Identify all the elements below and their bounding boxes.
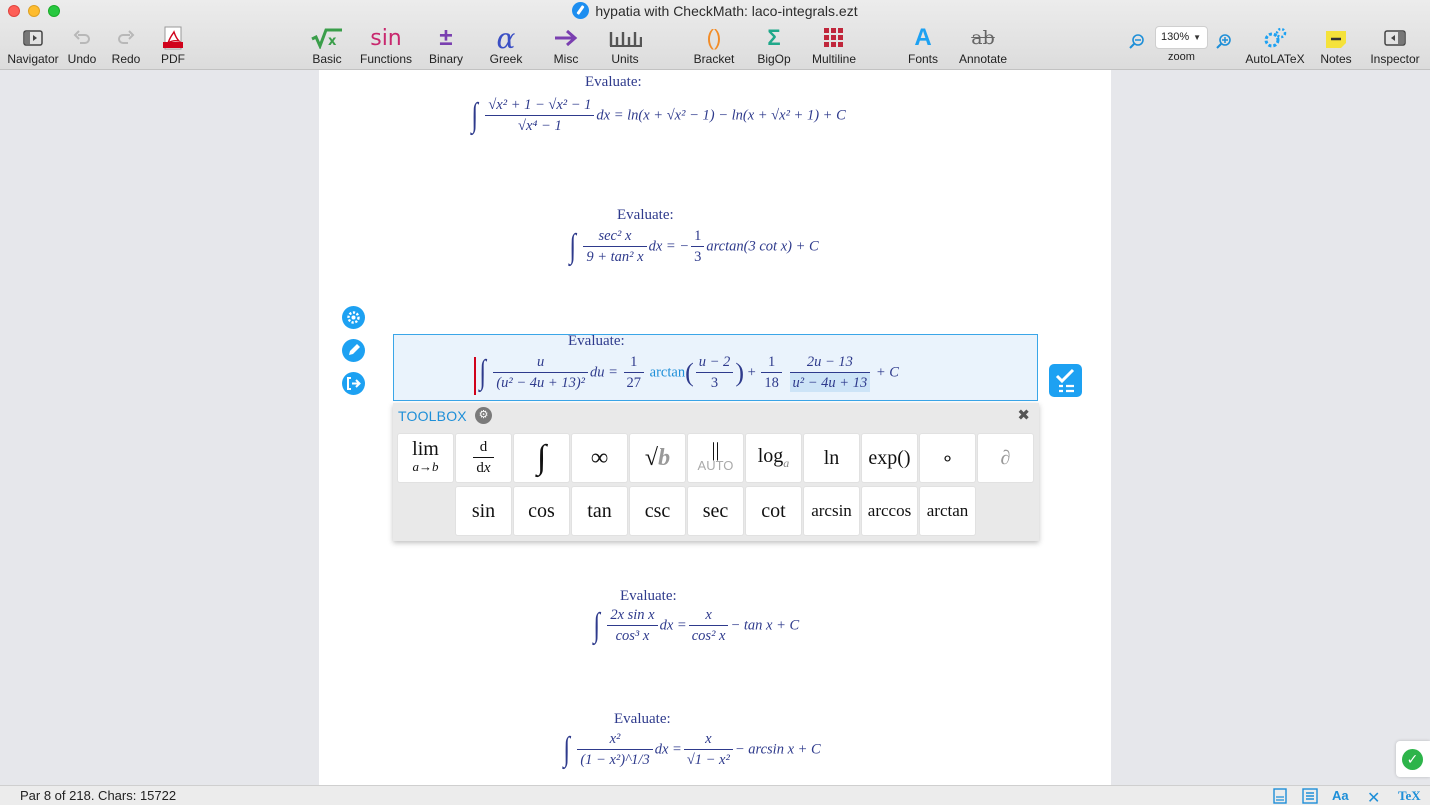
toolbox-key-arctan[interactable]: arctan xyxy=(920,487,975,535)
toolbox-key-partial[interactable]: ∂ xyxy=(978,434,1033,482)
checkmath-button[interactable] xyxy=(1049,364,1082,397)
grid-dots-icon xyxy=(806,24,862,52)
toolbar: hypatia with CheckMath: laco-integrals.e… xyxy=(0,0,1430,70)
toolbox-title: TOOLBOX xyxy=(398,408,467,424)
undo-icon xyxy=(65,24,99,52)
toolbox-key-auto-bars[interactable]: || AUTO xyxy=(688,434,743,482)
close-icon[interactable]: ✖ xyxy=(1017,406,1030,424)
sigma-icon: Σ xyxy=(767,25,781,50)
log-icon[interactable] xyxy=(1272,788,1288,805)
pdf-icon xyxy=(156,24,190,52)
checklist-icon xyxy=(1055,368,1075,393)
evaluate-label: Evaluate: xyxy=(617,207,674,223)
evaluate-label: Evaluate: xyxy=(614,711,671,727)
status-text: Par 8 of 218. Chars: 15722 xyxy=(20,788,177,803)
status-bar: Par 8 of 218. Chars: 15722 Aa ✕ TeX xyxy=(0,785,1430,805)
font-a-icon: A xyxy=(914,24,932,51)
arrow-right-icon xyxy=(547,24,585,52)
equation-1[interactable]: ∫ √x² + 1 − √x² − 1 √x⁴ − 1 dx = ln(x + √x²… xyxy=(470,97,845,135)
pdf-button[interactable]: PDF xyxy=(156,24,190,66)
toolbox-key-sin[interactable]: sin xyxy=(456,487,511,535)
alpha-icon: α xyxy=(496,21,516,55)
annotate-button[interactable]: ab Annotate xyxy=(955,24,1011,66)
zoom-select[interactable]: 130% ▼ xyxy=(1155,26,1208,49)
zoom-label: zoom xyxy=(1168,51,1195,63)
toolbox-key-cos[interactable]: cos xyxy=(514,487,569,535)
active-equation-block[interactable]: Evaluate: ∫ u (u² − 4u + 13)² du = 1 27 arct… xyxy=(393,333,1038,401)
toolbox-key-log[interactable]: loga xyxy=(746,434,801,482)
toolbox-key-exp[interactable]: exp() xyxy=(862,434,917,482)
chevron-down-icon: ▼ xyxy=(1193,33,1201,42)
exit-icon xyxy=(347,377,361,390)
toolbox-key-derivative[interactable]: d dx xyxy=(456,434,511,482)
toolbox-key-compose[interactable]: ∘ xyxy=(920,434,975,482)
check-status-badge[interactable]: ✓ xyxy=(1396,741,1430,777)
toolbox-key-ln[interactable]: ln xyxy=(804,434,859,482)
units-button[interactable]: Units xyxy=(604,24,646,66)
toolbox-key-sqrt[interactable]: √b xyxy=(630,434,685,482)
gear-icon xyxy=(347,311,360,324)
notes-button[interactable]: Notes xyxy=(1316,24,1356,66)
window-title: hypatia with CheckMath: laco-integrals.e… xyxy=(0,2,1430,20)
basic-button[interactable]: x Basic xyxy=(305,24,349,66)
plus-minus-icon: ± xyxy=(439,24,453,51)
toolbox-key-csc[interactable]: csc xyxy=(630,487,685,535)
redo-button[interactable]: Redo xyxy=(109,24,143,66)
parentheses-icon: () xyxy=(706,25,722,50)
toolbox-key-lim[interactable]: lim a→b xyxy=(398,434,453,482)
navigator-button[interactable]: Navigator xyxy=(6,24,60,66)
text-size-button[interactable]: Aa xyxy=(1332,788,1349,803)
tools-icon[interactable]: ✕ xyxy=(1367,788,1380,805)
pencil-icon xyxy=(349,344,360,355)
evaluate-label: Evaluate: xyxy=(585,74,642,90)
undo-button[interactable]: Undo xyxy=(65,24,99,66)
svg-text:x: x xyxy=(328,34,337,49)
list-icon[interactable] xyxy=(1302,788,1318,805)
toolbox-key-tan[interactable]: tan xyxy=(572,487,627,535)
binary-button[interactable]: ± Binary xyxy=(426,24,466,66)
evaluate-label: Evaluate: xyxy=(568,333,625,349)
toolbox-panel: TOOLBOX ⚙ ✖ lim a→b d dx ∫ ∞ √b || AUTO log… xyxy=(393,403,1039,541)
bracket-button[interactable]: () Bracket xyxy=(692,24,736,66)
functions-button[interactable]: sin Functions xyxy=(358,24,414,67)
greek-button[interactable]: α Greek xyxy=(487,21,525,67)
export-button[interactable] xyxy=(342,372,365,395)
bigop-button[interactable]: Σ BigOp xyxy=(754,24,794,66)
fonts-button[interactable]: A Fonts xyxy=(903,24,943,66)
zoom-out-icon[interactable] xyxy=(1129,34,1145,55)
text-cursor xyxy=(474,357,476,395)
toolbox-key-cot[interactable]: cot xyxy=(746,487,801,535)
sqrt-x-icon: x xyxy=(305,24,349,52)
evaluate-label: Evaluate: xyxy=(620,588,677,604)
annotate-icon: ab xyxy=(971,27,995,49)
app-icon xyxy=(572,2,590,19)
checkmark-icon: ✓ xyxy=(1402,749,1423,770)
toolbox-key-sec[interactable]: sec xyxy=(688,487,743,535)
sticky-note-icon xyxy=(1316,24,1356,52)
gears-icon xyxy=(1243,24,1307,52)
inspector-button[interactable]: Inspector xyxy=(1368,24,1422,66)
redo-icon xyxy=(109,24,143,52)
sin-icon: sin xyxy=(370,25,402,51)
ruler-icon xyxy=(604,24,646,52)
navigator-icon xyxy=(6,24,60,52)
toolbox-key-infinity[interactable]: ∞ xyxy=(572,434,627,482)
equation-4[interactable]: ∫ 2x sin x cos³ x dx = x cos² x − tan x + C xyxy=(592,607,799,645)
toolbox-key-arcsin[interactable]: arcsin xyxy=(804,487,859,535)
toolbox-key-arccos[interactable]: arccos xyxy=(862,487,917,535)
toolbox-key-integral[interactable]: ∫ xyxy=(514,434,569,482)
misc-button[interactable]: Misc xyxy=(547,24,585,66)
inspector-panel-icon xyxy=(1368,24,1422,52)
edit-button[interactable] xyxy=(342,339,365,362)
toolbox-gear-icon[interactable]: ⚙ xyxy=(475,407,492,424)
equation-5[interactable]: ∫ x² (1 − x²)^1/3 dx = x √1 − x² − arcsin x + … xyxy=(562,731,820,769)
autolatex-button[interactable]: AutoLATeX xyxy=(1243,24,1307,66)
zoom-in-icon[interactable] xyxy=(1216,34,1232,55)
equation-2[interactable]: ∫ sec² x9 + tan² x dx = −1 3 arctan(3 cot x)… xyxy=(568,228,818,266)
tex-button[interactable]: TeX xyxy=(1398,788,1421,804)
multiline-button[interactable]: Multiline xyxy=(806,24,862,66)
settings-gear-button[interactable] xyxy=(342,306,365,329)
equation-3[interactable]: ∫ u (u² − 4u + 13)² du = 1 27 arctan(u − 2 3)… xyxy=(478,354,899,392)
